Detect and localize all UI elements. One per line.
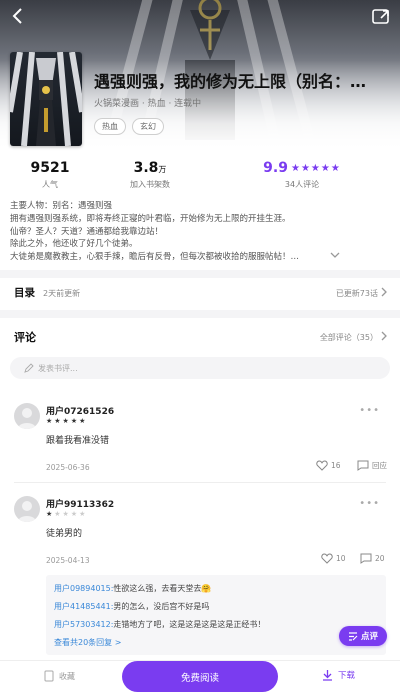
section-divider xyxy=(0,310,400,318)
section-divider xyxy=(0,270,400,278)
heart-icon xyxy=(316,460,328,471)
favorite-label: 收藏 xyxy=(59,671,75,681)
like-button[interactable]: 10 xyxy=(321,553,346,564)
synopsis-line: 主要人物：别名：遇强则强 xyxy=(10,201,113,211)
reply-text: 性欲这么强，去看天堂去🤗 xyxy=(113,584,212,593)
comment-date: 2025-04-13 xyxy=(46,556,90,565)
review-fab-button[interactable]: 点评 xyxy=(339,626,387,646)
comment-username[interactable]: 用户07261526 xyxy=(46,404,114,417)
chevron-right-icon xyxy=(381,331,387,341)
reply-text: 走错地方了吧，这是这是这是这是正经书！ xyxy=(113,620,266,629)
synopsis-line: 大徒弟是魔教教主，心狠手辣，瞻后有反骨，但每次都被收拾的服服帖帖！… xyxy=(10,252,300,263)
book-title: 遇强则强，我的修为无上限（别名：… xyxy=(94,72,367,91)
tag-1[interactable]: 玄幻 xyxy=(132,118,164,135)
stat-shelf: 3.8万 加入书架数 xyxy=(120,160,180,190)
tag-0[interactable]: 热血 xyxy=(94,118,126,135)
rating-stars: ★★★★★ xyxy=(290,162,341,174)
comment-input-box[interactable] xyxy=(10,357,390,379)
comment-date: 2025-06-36 xyxy=(46,463,90,472)
user-silhouette-icon xyxy=(18,501,36,522)
cover-artwork xyxy=(10,52,82,146)
like-count: 10 xyxy=(336,554,346,563)
comment-stars: ★★★★★ xyxy=(46,510,88,518)
like-count: 16 xyxy=(331,461,341,470)
back-icon[interactable] xyxy=(8,6,28,26)
reply-username[interactable]: 用户09894015: xyxy=(54,584,113,593)
reply-button[interactable]: 20 xyxy=(360,553,385,564)
review-fab-label: 点评 xyxy=(360,632,378,642)
heart-icon xyxy=(321,553,333,564)
comments-title: 评论 xyxy=(14,331,36,344)
reply-username[interactable]: 用户41485441: xyxy=(54,602,113,611)
synopsis-line: 拥有遇强则强系统，即将寿终正寝的叶君临，开始修为无上限的开挂生涯。 xyxy=(10,213,291,224)
popularity-value: 9521 xyxy=(30,160,70,176)
comment-text: 徒弟男的 xyxy=(46,529,83,539)
stat-rating[interactable]: 9.9 ★★★★★ 34人评论 xyxy=(256,160,348,190)
shelf-unit: 万 xyxy=(158,165,167,174)
book-meta: 火锅菜漫画 · 热血 · 连载中 xyxy=(94,99,202,109)
download-button[interactable]: 下载 xyxy=(322,669,355,681)
chat-bubble-icon xyxy=(360,553,372,564)
synopsis-line: 除此之外，他还收了好几个徒弟。 xyxy=(10,239,138,250)
book-stats: 9521 人气 3.8万 加入书架数 9.9 ★★★★★ 34人评论 xyxy=(0,160,400,190)
bookmark-icon xyxy=(44,670,54,682)
shelf-label: 加入书架数 xyxy=(130,180,170,189)
like-button[interactable]: 16 xyxy=(316,460,341,471)
reply-item[interactable]: 用户57303412:走错地方了吧，这是这是这是这是正经书！ xyxy=(54,616,378,634)
reply-count: 20 xyxy=(375,554,385,563)
catalog-updated: 2天前更新 xyxy=(43,289,81,298)
synopsis-line: 仙帝？圣人？天道？通通都给我靠边站！ xyxy=(10,226,164,237)
book-synopsis[interactable]: 主要人物：别名：遇强则强 拥有遇强则强系统，即将寿终正寝的叶君临，开始修为无上限… xyxy=(10,200,382,264)
pen-icon xyxy=(24,363,34,373)
book-tags: 热血 玄幻 xyxy=(94,118,164,135)
reply-button[interactable]: 回应 xyxy=(357,460,387,471)
comments-header[interactable]: 评论 全部评论（35） xyxy=(0,326,400,352)
comment-stars: ★★★★★ xyxy=(46,417,88,425)
all-comments-link[interactable]: 全部评论（35） xyxy=(320,332,378,343)
catalog-total: 已更新73话 xyxy=(335,289,378,298)
share-icon[interactable] xyxy=(370,6,392,26)
download-icon xyxy=(323,670,332,681)
catalog-row[interactable]: 目录 2天前更新 已更新73话 xyxy=(0,280,400,306)
more-options-icon[interactable]: ••• xyxy=(359,498,380,509)
catalog-title: 目录 xyxy=(14,287,35,299)
reply-item[interactable]: 用户09894015:性欲这么强，去看天堂去🤗 xyxy=(54,580,378,598)
comment-username[interactable]: 用户99113362 xyxy=(46,497,114,510)
bottom-bar: 收藏 免费阅读 下载 xyxy=(0,660,400,693)
free-read-button[interactable]: 免费阅读 xyxy=(122,661,278,692)
reply-item[interactable]: 用户41485441:男的怎么，没后宫不好是吗 xyxy=(54,598,378,616)
expand-chevron-icon[interactable] xyxy=(330,251,340,259)
popularity-label: 人气 xyxy=(42,180,58,189)
download-label: 下载 xyxy=(338,671,356,681)
reply-text: 男的怎么，没后宫不好是吗 xyxy=(113,602,210,611)
reply-label: 回应 xyxy=(372,461,387,470)
comment-divider xyxy=(14,482,386,483)
avatar[interactable] xyxy=(14,496,40,522)
comment-input[interactable] xyxy=(38,360,358,376)
more-options-icon[interactable]: ••• xyxy=(359,405,380,416)
reply-list: 用户09894015:性欲这么强，去看天堂去🤗 用户41485441:男的怎么，… xyxy=(46,575,386,655)
book-cover[interactable] xyxy=(10,52,82,146)
chat-bubble-icon xyxy=(357,460,369,471)
edit-lines-icon xyxy=(348,631,358,641)
chevron-right-icon xyxy=(381,287,387,297)
comment-text: 跟着我看准没错 xyxy=(46,436,110,446)
rating-label: 34人评论 xyxy=(284,180,320,189)
favorite-button[interactable]: 收藏 xyxy=(44,670,75,682)
rating-value: 9.9 xyxy=(263,160,288,176)
avatar[interactable] xyxy=(14,403,40,429)
view-all-replies-link[interactable]: 查看共20条回复 > xyxy=(54,634,378,652)
user-silhouette-icon xyxy=(18,408,36,429)
stat-popularity: 9521 人气 xyxy=(30,160,70,190)
reply-username[interactable]: 用户57303412: xyxy=(54,620,113,629)
shelf-value: 3.8 xyxy=(133,160,159,176)
